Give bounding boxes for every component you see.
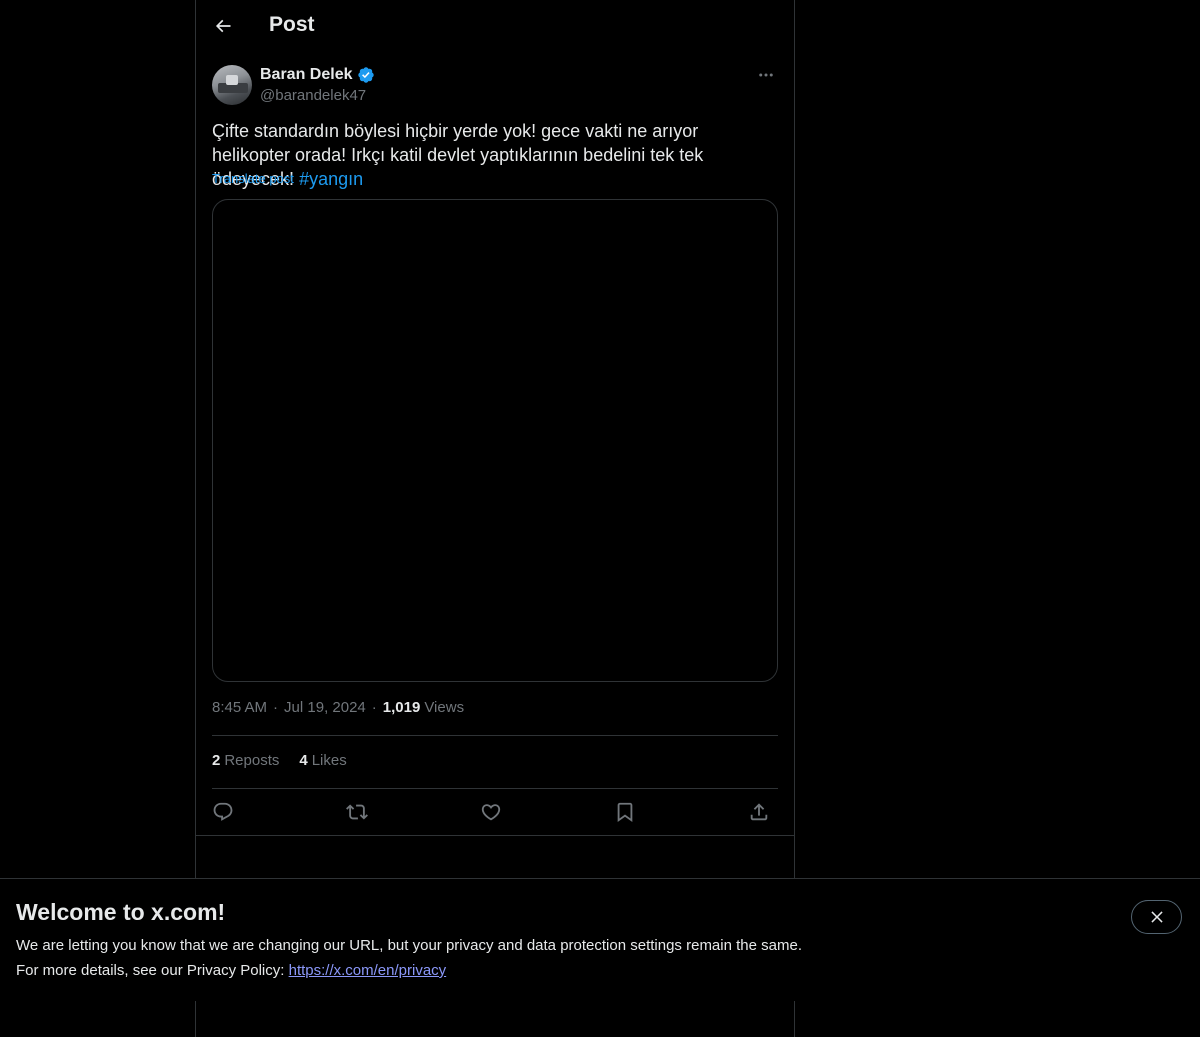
banner-privacy-prefix: For more details, see our Privacy Policy… (16, 962, 285, 979)
banner-message: We are letting you know that we are chan… (16, 937, 802, 954)
divider (212, 788, 778, 789)
translate-post-link[interactable]: Translate post (212, 171, 294, 186)
arrow-left-icon (215, 19, 231, 33)
post-date[interactable]: Jul 19, 2024 (284, 699, 366, 716)
post-media[interactable] (212, 199, 778, 682)
reply-icon (213, 802, 233, 821)
post-author: Baran Delek @barandelek47 (212, 64, 778, 108)
back-button[interactable] (206, 9, 240, 43)
reply-button[interactable] (209, 798, 237, 826)
likes-stat[interactable]: 4 Likes (299, 752, 346, 769)
action-bar (212, 798, 778, 826)
repost-icon (346, 804, 368, 820)
repost-button[interactable] (343, 798, 371, 826)
banner-title: Welcome to x.com! (16, 899, 226, 925)
like-button[interactable] (477, 798, 505, 826)
post-time[interactable]: 8:45 AM (212, 699, 267, 716)
views-label: Views (424, 699, 465, 716)
hashtag-link[interactable]: #yangın (299, 169, 363, 189)
reposts-stat[interactable]: 2 Reposts (212, 752, 279, 769)
separator-dot: · (273, 699, 279, 716)
author-handle[interactable]: @barandelek47 (260, 87, 366, 104)
page: Post Baran Delek @barandelek47 Çifte sta… (0, 0, 1200, 1037)
bookmark-button[interactable] (611, 798, 639, 826)
post-meta: 8:45 AM · Jul 19, 2024 · 1,019 Views (212, 699, 464, 716)
views-count: 1,019 (382, 699, 421, 716)
like-icon (481, 804, 501, 821)
likes-count: 4 (299, 752, 308, 769)
share-button[interactable] (745, 798, 773, 826)
divider (212, 735, 778, 736)
author-name[interactable]: Baran Delek (260, 66, 353, 84)
banner-privacy-line: For more details, see our Privacy Policy… (16, 962, 446, 979)
welcome-banner: Welcome to x.com! We are letting you kno… (0, 878, 1200, 1001)
page-title: Post (269, 13, 315, 36)
likes-label: Likes (311, 752, 347, 769)
more-options-button[interactable] (754, 64, 778, 86)
verified-badge-icon (357, 67, 374, 83)
reposts-count: 2 (212, 752, 221, 769)
post-stats: 2 Reposts 4 Likes (212, 752, 347, 769)
more-horizontal-icon (759, 73, 773, 77)
top-bar: Post (196, 0, 794, 53)
close-icon (1150, 911, 1163, 923)
post-text: Çifte standardın böylesi hiçbir yerde yo… (212, 119, 778, 191)
bookmark-icon (617, 802, 633, 823)
reposts-label: Reposts (224, 752, 280, 769)
close-banner-button[interactable] (1131, 900, 1182, 934)
share-icon (750, 803, 768, 821)
author-name-row[interactable]: Baran Delek (260, 66, 375, 84)
divider (196, 835, 794, 836)
privacy-policy-link[interactable]: https://x.com/en/privacy (289, 962, 447, 979)
separator-dot: · (371, 699, 377, 716)
avatar[interactable] (212, 65, 252, 105)
